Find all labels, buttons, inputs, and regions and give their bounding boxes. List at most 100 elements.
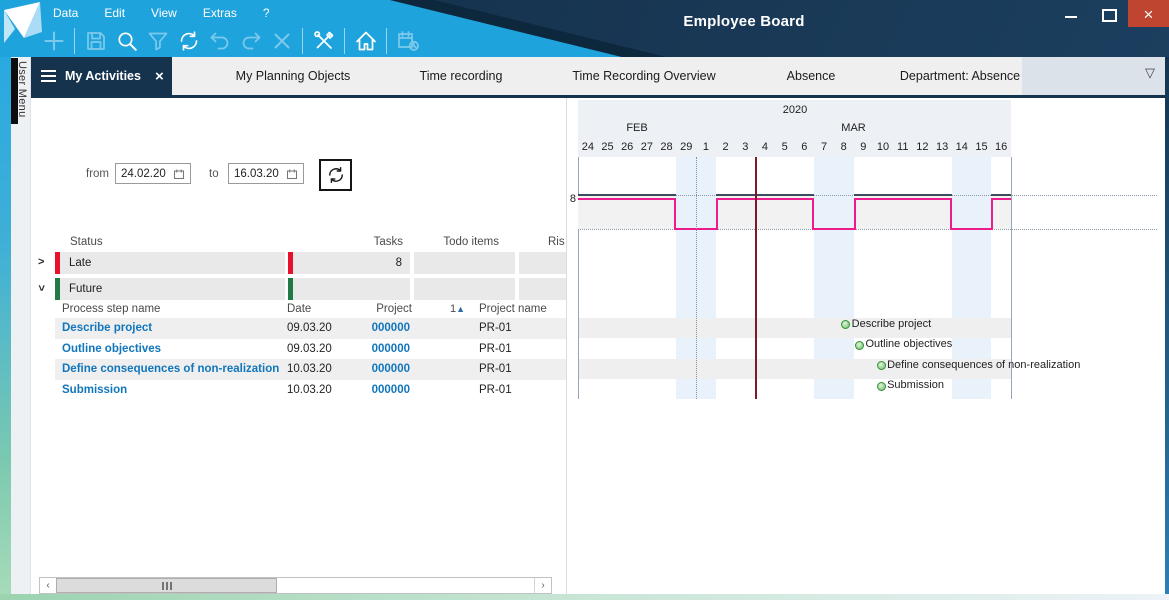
column-header-status[interactable]: Status [70,236,103,248]
from-date-value: 24.02.20 [121,168,166,180]
timeline-day[interactable]: 15 [972,141,992,156]
group-row-cell: Late [55,252,285,274]
group-row-cell [288,278,410,300]
milestone-marker[interactable] [855,341,864,350]
project-number-link[interactable]: 000000 [292,363,410,375]
home-toolbar-button[interactable] [350,25,381,56]
timeline-day[interactable]: 24 [578,141,598,156]
timeline-day[interactable]: 3 [735,141,755,156]
timeline-day[interactable]: 27 [637,141,657,156]
calendar-clock-icon [396,29,420,53]
timeline-day[interactable]: 29 [676,141,696,156]
from-date-input[interactable]: 24.02.20 [115,163,191,184]
maximize-button[interactable] [1090,0,1128,27]
hamburger-icon [41,67,56,85]
gantt-row-stripe [578,318,1011,339]
project-name: PR-01 [479,384,512,396]
capacity-lower-dotted-line [578,229,1157,230]
group-expander-late[interactable]: > [38,256,44,268]
scroll-left-button[interactable]: ‹ [40,578,57,593]
group-label: Future [60,283,102,295]
timeline-day[interactable]: 1 [696,141,716,156]
to-date-input[interactable]: 16.03.20 [228,163,304,184]
tab-time-recording-overview[interactable]: Time Recording Overview [539,57,749,95]
to-date-value: 16.03.20 [234,168,279,180]
project-number-link[interactable]: 000000 [292,343,410,355]
user-menu-tab[interactable]: User Menu [16,61,28,118]
timeline-day[interactable]: 10 [873,141,893,156]
minimize-button[interactable] [1052,0,1090,27]
menu-item-view[interactable]: View [144,5,184,21]
refresh-toolbar-button[interactable] [173,25,204,56]
tab-overflow-zone[interactable]: ▽ [1022,57,1165,95]
timeline-day[interactable]: 5 [775,141,795,156]
load-line-drop [950,198,952,230]
column-header-ris[interactable]: Ris [548,236,565,248]
timeline-day[interactable]: 26 [617,141,637,156]
apply-date-range-button[interactable] [319,159,352,191]
horizontal-scrollbar[interactable]: ‹ › [39,577,552,594]
process-step-link[interactable]: Submission [62,384,127,396]
tools-toolbar-button[interactable] [308,25,339,56]
tab-label: My Planning Objects [236,69,351,83]
timeline-day[interactable]: 28 [657,141,677,156]
timeline-day[interactable]: 12 [913,141,933,156]
tab-close-icon[interactable]: × [155,68,164,85]
tab-time-recording[interactable]: Time recording [383,57,539,95]
timeline-month-feb: FEB [617,122,657,134]
detail-header-project[interactable]: Project [292,303,412,315]
group-expander-future[interactable]: > [35,285,47,291]
detail-header-step[interactable]: Process step name [62,303,160,315]
capacity-line [716,194,814,196]
tab-my-activities[interactable]: My Activities× [31,57,172,95]
timeline-day[interactable]: 25 [598,141,618,156]
process-step-link[interactable]: Describe project [62,322,152,334]
application-window: DataEditViewExtras? Employee Board × My … [0,0,1169,600]
sort-indicator[interactable]: 1▲ [450,303,465,315]
timeline-day[interactable]: 13 [932,141,952,156]
timeline-day[interactable]: 16 [991,141,1011,156]
group-row-cell [414,252,515,274]
project-number-link[interactable]: 000000 [292,384,410,396]
calendar-icon [286,168,298,180]
panel-splitter[interactable] [566,98,567,594]
timeline-day[interactable]: 11 [893,141,913,156]
tab-absence[interactable]: Absence [749,57,873,95]
timeline-day[interactable]: 6 [795,141,815,156]
project-number-link[interactable]: 000000 [292,322,410,334]
menu-item-extras[interactable]: Extras [196,5,244,21]
milestone-marker[interactable] [877,361,886,370]
detail-header-project-name[interactable]: Project name [479,303,547,315]
search-toolbar-button[interactable] [111,25,142,56]
timeline-day[interactable]: 8 [834,141,854,156]
add-toolbar-button [38,25,69,56]
main-toolbar [38,25,423,56]
timeline-day[interactable]: 7 [814,141,834,156]
close-button[interactable]: × [1128,0,1169,27]
project-name: PR-01 [479,343,512,355]
tab-department-absence[interactable]: Department: Absence [873,57,1047,95]
load-fill [854,195,952,229]
column-header-todo-items[interactable]: Todo items [379,236,499,248]
load-line-drop [991,198,993,230]
scroll-right-button[interactable]: › [534,578,551,593]
delete-icon [270,29,294,53]
save-icon [84,29,108,53]
tools-icon [312,29,336,53]
scrollbar-thumb[interactable] [56,578,277,593]
timeline-day[interactable]: 2 [716,141,736,156]
load-line-low [814,228,834,230]
chevron-right-icon: › [541,580,544,591]
milestone-marker[interactable] [877,382,886,391]
menu-item-edit[interactable]: Edit [97,5,132,21]
window-border-right [1165,57,1169,594]
process-step-link[interactable]: Define consequences of non-realization [62,363,279,375]
menu-item-data[interactable]: Data [46,5,85,21]
timeline-day[interactable]: 14 [952,141,972,156]
group-row-cell [519,278,566,300]
menu-item-?[interactable]: ? [256,5,277,21]
process-step-link[interactable]: Outline objectives [62,343,161,355]
timeline-day[interactable]: 4 [755,141,775,156]
tab-my-planning-objects[interactable]: My Planning Objects [203,57,383,95]
timeline-day[interactable]: 9 [854,141,874,156]
